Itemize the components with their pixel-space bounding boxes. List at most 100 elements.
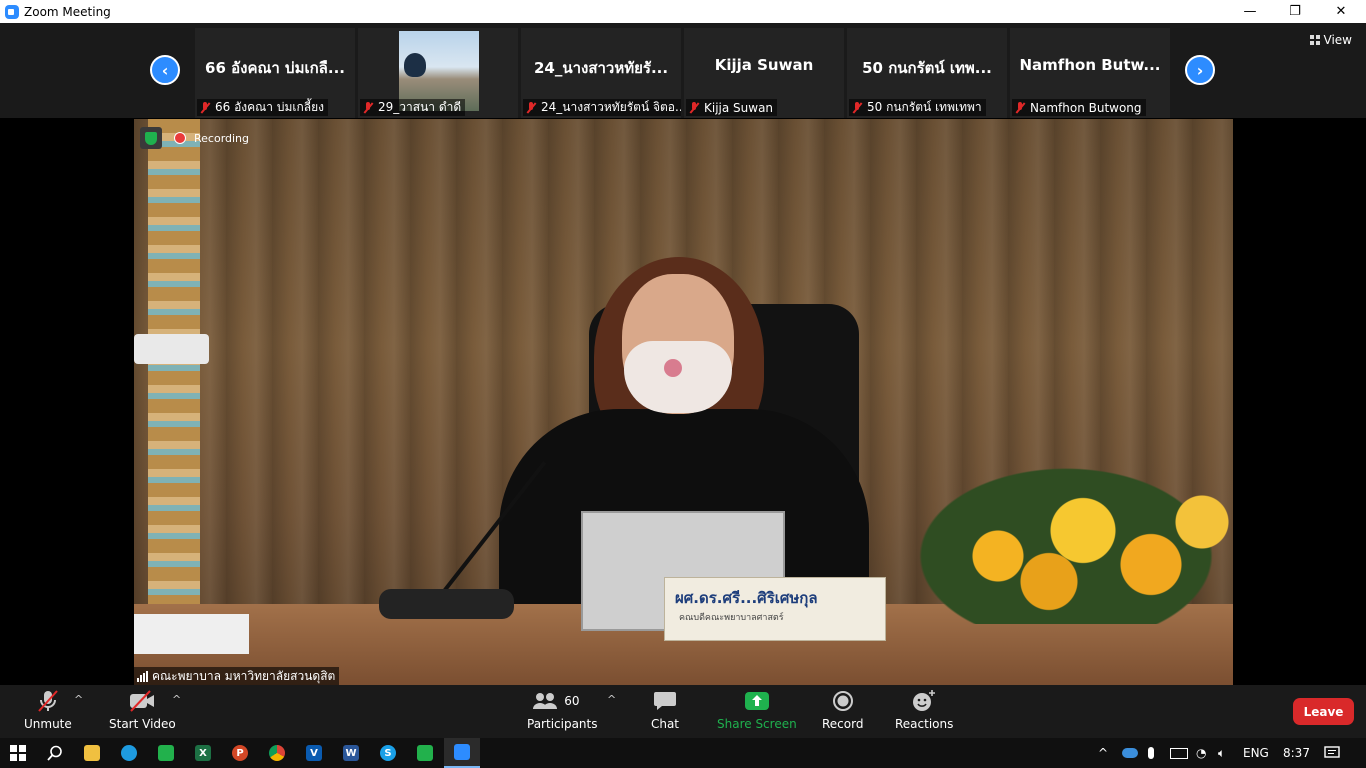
participant-tile[interactable]: Namfhon Butw... Namfhon Butwong: [1010, 28, 1170, 118]
microphone-tray-icon[interactable]: [1148, 738, 1154, 768]
participant-tile[interactable]: 50 กนกรัตน์ เทพ... 50 กนกรัตน์ เทพเทพา: [847, 28, 1007, 118]
smiley-icon: [909, 689, 939, 713]
gallery-strip: ‹ 66 อังคณา บ่มเกลื... 66 อังคณา บ่มเกลี…: [0, 23, 1366, 118]
minimize-button[interactable]: —: [1227, 0, 1273, 23]
unmute-button[interactable]: Unmute: [24, 689, 72, 731]
security-shield-icon[interactable]: [140, 127, 162, 149]
share-screen-label: Share Screen: [717, 717, 797, 731]
participant-tile[interactable]: Kijja Suwan Kijja Suwan: [684, 28, 844, 118]
speaker-face-mask: [624, 341, 732, 413]
record-icon: [828, 689, 858, 713]
recording-indicator: Recording: [140, 127, 249, 149]
window-title: Zoom Meeting: [24, 4, 111, 19]
participants-button[interactable]: 60 Participants: [527, 689, 598, 731]
chat-button[interactable]: Chat: [650, 689, 680, 731]
participant-name-label: 50 กนกรัตน์ เทพเทพา: [849, 99, 986, 116]
leave-button[interactable]: Leave: [1293, 698, 1354, 725]
share-screen-button[interactable]: Share Screen: [717, 689, 797, 731]
participant-name-label: Namfhon Butwong: [1012, 99, 1146, 116]
active-speaker-video[interactable]: ผศ.ดร.ศรี...ศิริเศษกุล คณบดีคณะพยาบาลศาส…: [134, 119, 1233, 685]
taskbar-powerpoint[interactable]: P: [222, 738, 258, 768]
taskbar-excel[interactable]: X: [185, 738, 221, 768]
participant-name-text: Namfhon Butwong: [1030, 100, 1142, 115]
onedrive-tray-icon[interactable]: [1122, 738, 1138, 768]
taskbar-file-explorer[interactable]: [74, 738, 110, 768]
nameplate-title: คณบดีคณะพยาบาลศาสตร์: [679, 613, 784, 623]
participant-display-name: 66 อังคณา บ่มเกลื...: [205, 59, 345, 77]
taskbar-line-2[interactable]: [407, 738, 443, 768]
reactions-label: Reactions: [895, 717, 954, 731]
mic-muted-icon: [199, 101, 211, 114]
participant-display-name: 24_นางสาวหทัยรั...: [533, 59, 669, 77]
wifi-tray-icon[interactable]: ◔: [1196, 738, 1206, 768]
windows-start-button[interactable]: [0, 738, 36, 768]
start-video-button[interactable]: Start Video: [109, 689, 176, 731]
record-button[interactable]: Record: [822, 689, 863, 731]
restore-button[interactable]: ❐: [1272, 0, 1318, 23]
participant-tile[interactable]: 66 อังคณา บ่มเกลื... 66 อังคณา บ่มเกลี้ย…: [195, 28, 355, 118]
show-hidden-icons-button[interactable]: ^: [1098, 738, 1108, 768]
line-app-icon: [158, 745, 174, 761]
speaker-name-text: คณะพยาบาล มหาวิทยาลัยสวนดุสิต: [152, 668, 336, 683]
taskbar-skype[interactable]: S: [370, 738, 406, 768]
search-icon: [47, 745, 62, 761]
reactions-button[interactable]: Reactions: [895, 689, 953, 731]
line-app-icon: [417, 745, 433, 761]
taskbar-outlook[interactable]: V: [296, 738, 332, 768]
participant-name-label: 24_นางสาวหทัยรัตน์ จิตอ...: [523, 99, 681, 116]
stand-object: [134, 334, 209, 364]
meeting-toolbar: Unmute ^ Start Video ^ 60 Participants ^…: [0, 685, 1366, 738]
mic-muted-icon: [688, 101, 700, 114]
taskbar-search-button[interactable]: [37, 738, 73, 768]
chrome-icon: [269, 745, 285, 761]
taskbar-line[interactable]: [148, 738, 184, 768]
participants-count: 60: [564, 694, 580, 708]
view-button[interactable]: View: [1309, 33, 1352, 47]
zoom-logo-icon: [5, 4, 19, 19]
participant-name-text: 50 กนกรัตน์ เทพเทพา: [867, 100, 982, 114]
video-off-icon: [127, 689, 157, 713]
mic-muted-icon: [525, 101, 537, 114]
chat-bubble-icon: [650, 689, 680, 713]
mic-muted-icon: [851, 101, 863, 114]
participant-name-text: 66 อังคณา บ่มเกลี้ยง: [215, 100, 325, 114]
chat-label: Chat: [650, 717, 680, 731]
grid-view-icon: [1309, 35, 1320, 45]
taskbar-zoom[interactable]: [444, 738, 480, 768]
participant-tile[interactable]: 24_นางสาวหทัยรั... 24_นางสาวหทัยรัตน์ จิ…: [521, 28, 681, 118]
participants-icon: 60: [532, 689, 592, 713]
battery-tray-icon[interactable]: [1170, 738, 1188, 768]
window-titlebar: Zoom Meeting — ❐ ✕: [0, 0, 1366, 23]
participant-name-text: 24_นางสาวหทัยรัตน์ จิตอ...: [541, 100, 681, 114]
outlook-icon: V: [306, 745, 322, 761]
video-options-caret[interactable]: ^: [172, 693, 181, 706]
chevron-up-icon: ^: [1098, 746, 1109, 760]
unmute-label: Unmute: [24, 717, 72, 731]
action-center-button[interactable]: [1324, 738, 1340, 768]
next-page-button[interactable]: ›: [1185, 55, 1215, 85]
taskbar-word[interactable]: W: [333, 738, 369, 768]
edge-icon: [121, 745, 137, 761]
word-icon: W: [343, 745, 359, 761]
taskbar-edge[interactable]: [111, 738, 147, 768]
participant-tile[interactable]: 29_วาสนา ดำดี: [358, 28, 518, 118]
mic-muted-icon: [362, 101, 374, 114]
participants-options-caret[interactable]: ^: [607, 693, 616, 706]
powerpoint-icon: P: [232, 745, 248, 761]
participant-name-label: Kijja Suwan: [686, 99, 778, 116]
view-label: View: [1323, 33, 1352, 47]
volume-tray-icon[interactable]: 🔈︎: [1218, 738, 1225, 768]
taskbar-chrome[interactable]: [259, 738, 295, 768]
flower-arrangement: [896, 454, 1233, 624]
recording-label: Recording: [194, 131, 250, 145]
recording-dot-icon: [174, 132, 186, 144]
chevron-right-icon: ›: [1196, 60, 1204, 80]
mic-muted-icon: [33, 689, 63, 713]
previous-page-button[interactable]: ‹: [150, 55, 180, 85]
participant-name-label: 29_วาสนา ดำดี: [360, 99, 466, 116]
participants-label: Participants: [527, 717, 598, 731]
clock[interactable]: 8:37: [1283, 738, 1310, 768]
close-button[interactable]: ✕: [1318, 0, 1364, 23]
audio-options-caret[interactable]: ^: [74, 693, 83, 706]
input-language-indicator[interactable]: ENG: [1243, 738, 1269, 768]
